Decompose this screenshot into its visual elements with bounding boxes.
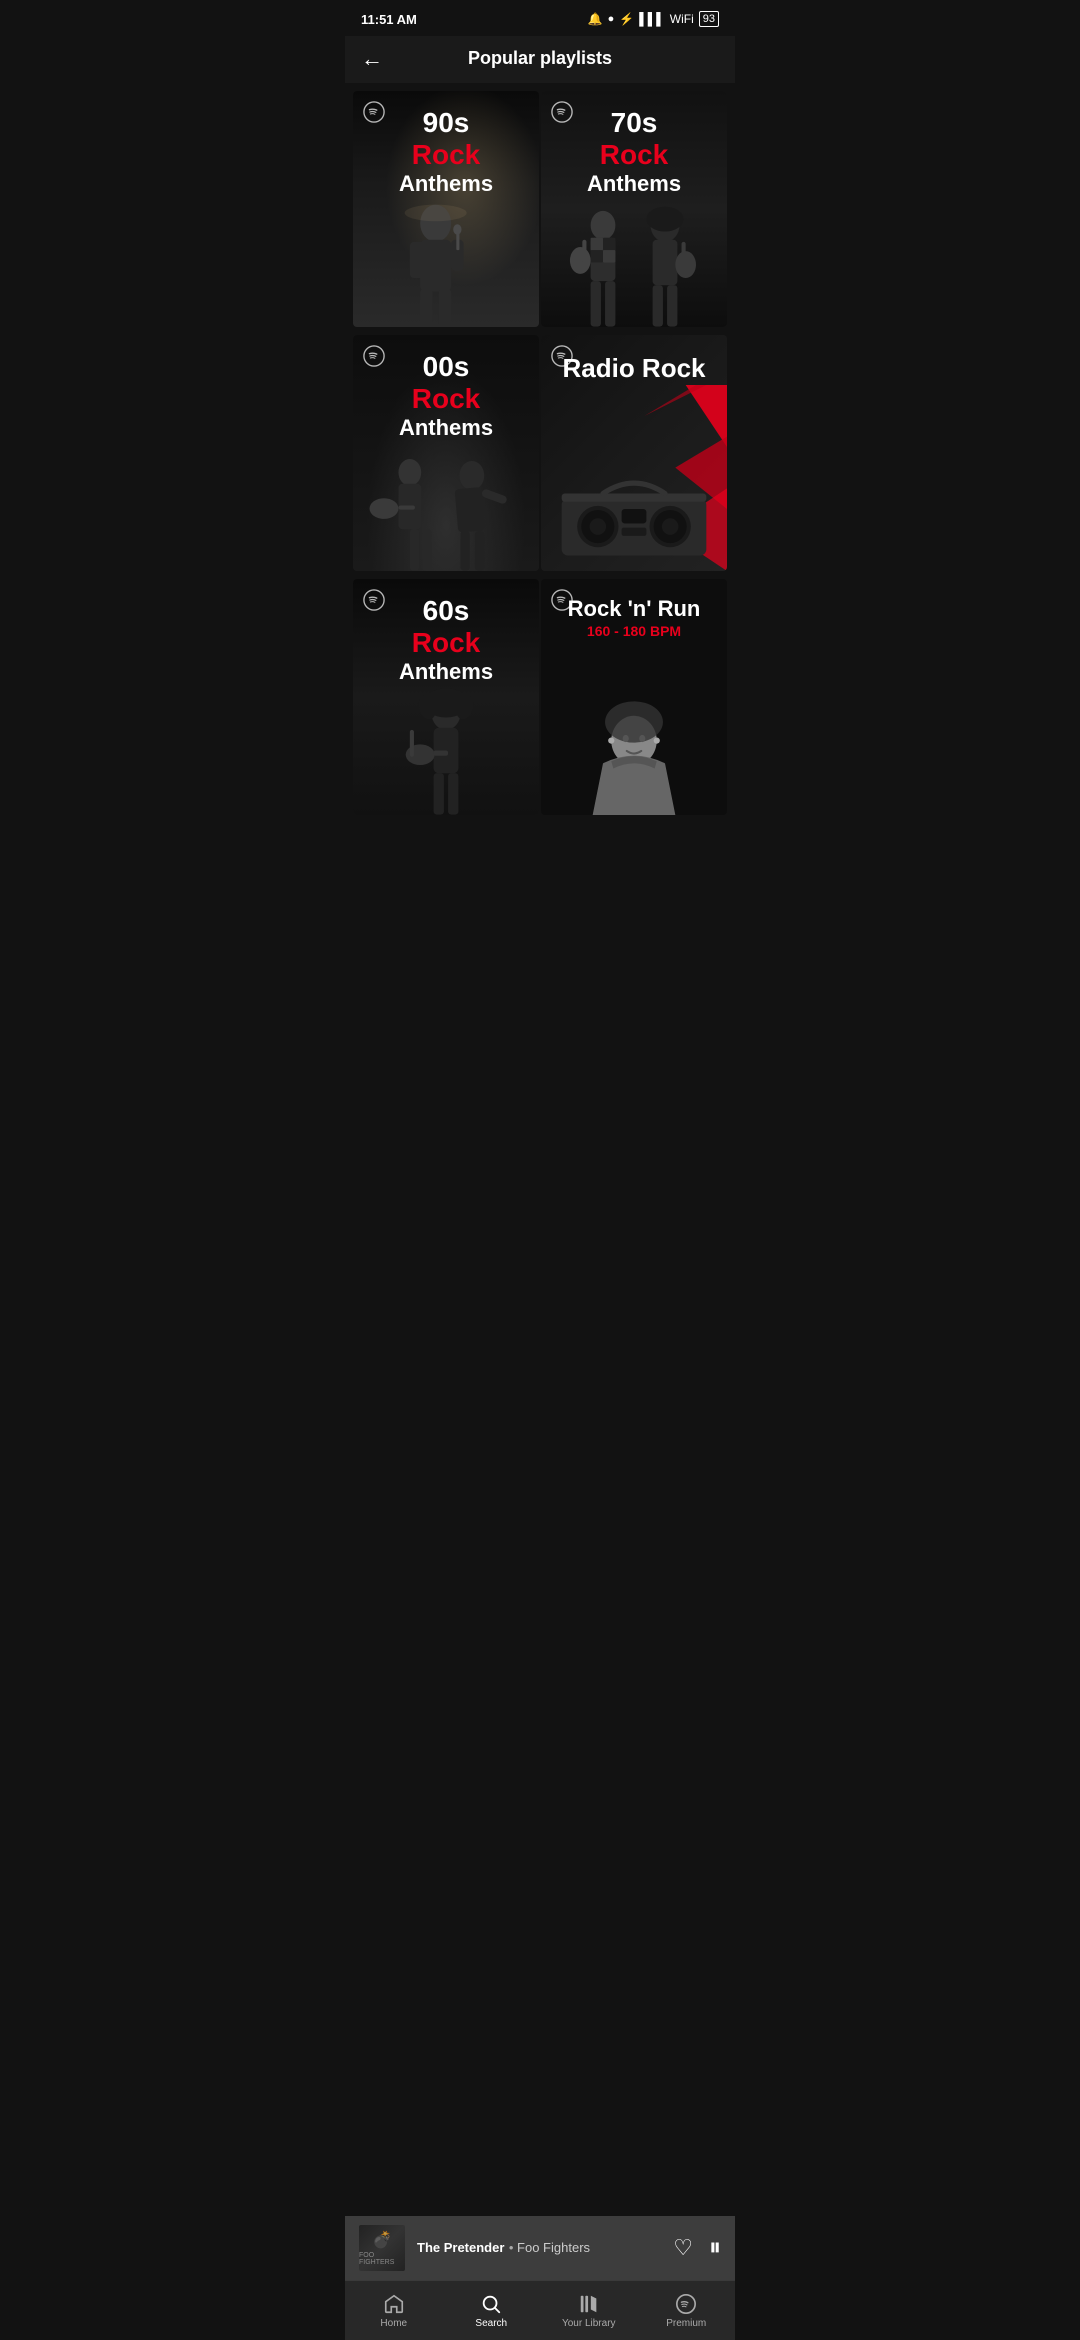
silhouette-90s [353,185,539,327]
back-button[interactable]: ← [361,46,383,72]
silhouette-00s [353,429,539,571]
cover-60s: 60s Rock Anthems [353,579,539,815]
wifi-icon: WiFi [670,12,694,26]
radio-art [541,335,727,571]
bottom-nav: Home Search Your Library Premium [345,2280,735,2340]
playlist-item-90s[interactable]: 90s Rock Anthems [353,91,539,327]
nav-library[interactable]: Your Library [540,2281,638,2340]
silhouette-60s [353,673,539,815]
playlist-grid: 90s Rock Anthems [345,83,735,821]
playlist-item-rocknrun[interactable]: Rock 'n' Run 160 - 180 BPM [541,579,727,815]
cover-00s: 00s Rock Anthems [353,335,539,571]
alarm-icon: 🔔 [588,12,603,26]
nav-library-label: Your Library [562,2318,616,2329]
status-bar: 11:51 AM 🔔 ● ⚡ ▌▌▌ WiFi 93 [345,0,735,36]
now-playing-text: The Pretender • Foo Fighters [405,2239,673,2257]
search-icon [480,2293,502,2315]
cover-text-60s: 60s Rock Anthems [353,595,539,685]
nav-premium-label: Premium [666,2318,706,2329]
status-icons: 🔔 ● ⚡ ▌▌▌ WiFi 93 [588,11,719,27]
now-playing-separator: • [509,2240,517,2255]
home-icon [383,2293,405,2315]
now-playing-title: The Pretender [417,2240,504,2255]
playlist-item-70s[interactable]: 70s Rock Anthems [541,91,727,327]
album-band-label: FOO FIGHTERS [359,2252,405,2266]
cover-radio: Radio Rock [541,335,727,571]
now-playing-bar[interactable]: 💣 FOO FIGHTERS The Pretender • Foo Fight… [345,2216,735,2280]
playlist-item-00s[interactable]: 00s Rock Anthems [353,335,539,571]
pause-button[interactable]: ⏸ [709,2234,721,2262]
page-title: Popular playlists [468,48,612,69]
signal-icon: ▌▌▌ [639,12,665,26]
now-playing-title-row: The Pretender • Foo Fighters [417,2239,673,2257]
bluetooth-icon: ⚡ [619,12,634,26]
playlist-item-radio[interactable]: Radio Rock [541,335,727,571]
now-playing-artist: Foo Fighters [517,2240,590,2255]
playlist-item-60s[interactable]: 60s Rock Anthems [353,579,539,815]
nav-home[interactable]: Home [345,2281,443,2340]
library-icon [578,2293,600,2315]
album-art-icon: 💣 [372,2230,392,2250]
content-area: 90s Rock Anthems [345,83,735,951]
battery-icon: 93 [699,11,719,27]
status-time: 11:51 AM [361,12,417,27]
spotify-status-icon: ● [608,13,615,25]
now-playing-art: 💣 FOO FIGHTERS [359,2225,405,2271]
rocknrun-art [541,579,727,815]
nav-search[interactable]: Search [443,2281,541,2340]
cover-text-90s: 90s Rock Anthems [353,107,539,197]
now-playing-controls: ♡ ⏸ [673,2234,721,2262]
nav-premium[interactable]: Premium [638,2281,736,2340]
cover-90s: 90s Rock Anthems [353,91,539,327]
premium-icon [675,2293,697,2315]
cover-rocknrun: Rock 'n' Run 160 - 180 BPM [541,579,727,815]
nav-search-label: Search [475,2318,507,2329]
cover-70s: 70s Rock Anthems [541,91,727,327]
like-button[interactable]: ♡ [673,2235,693,2261]
silhouette-70s [541,185,727,327]
cover-text-00s: 00s Rock Anthems [353,351,539,441]
nav-home-label: Home [380,2318,407,2329]
header: ← Popular playlists [345,36,735,83]
cover-text-70s: 70s Rock Anthems [541,107,727,197]
